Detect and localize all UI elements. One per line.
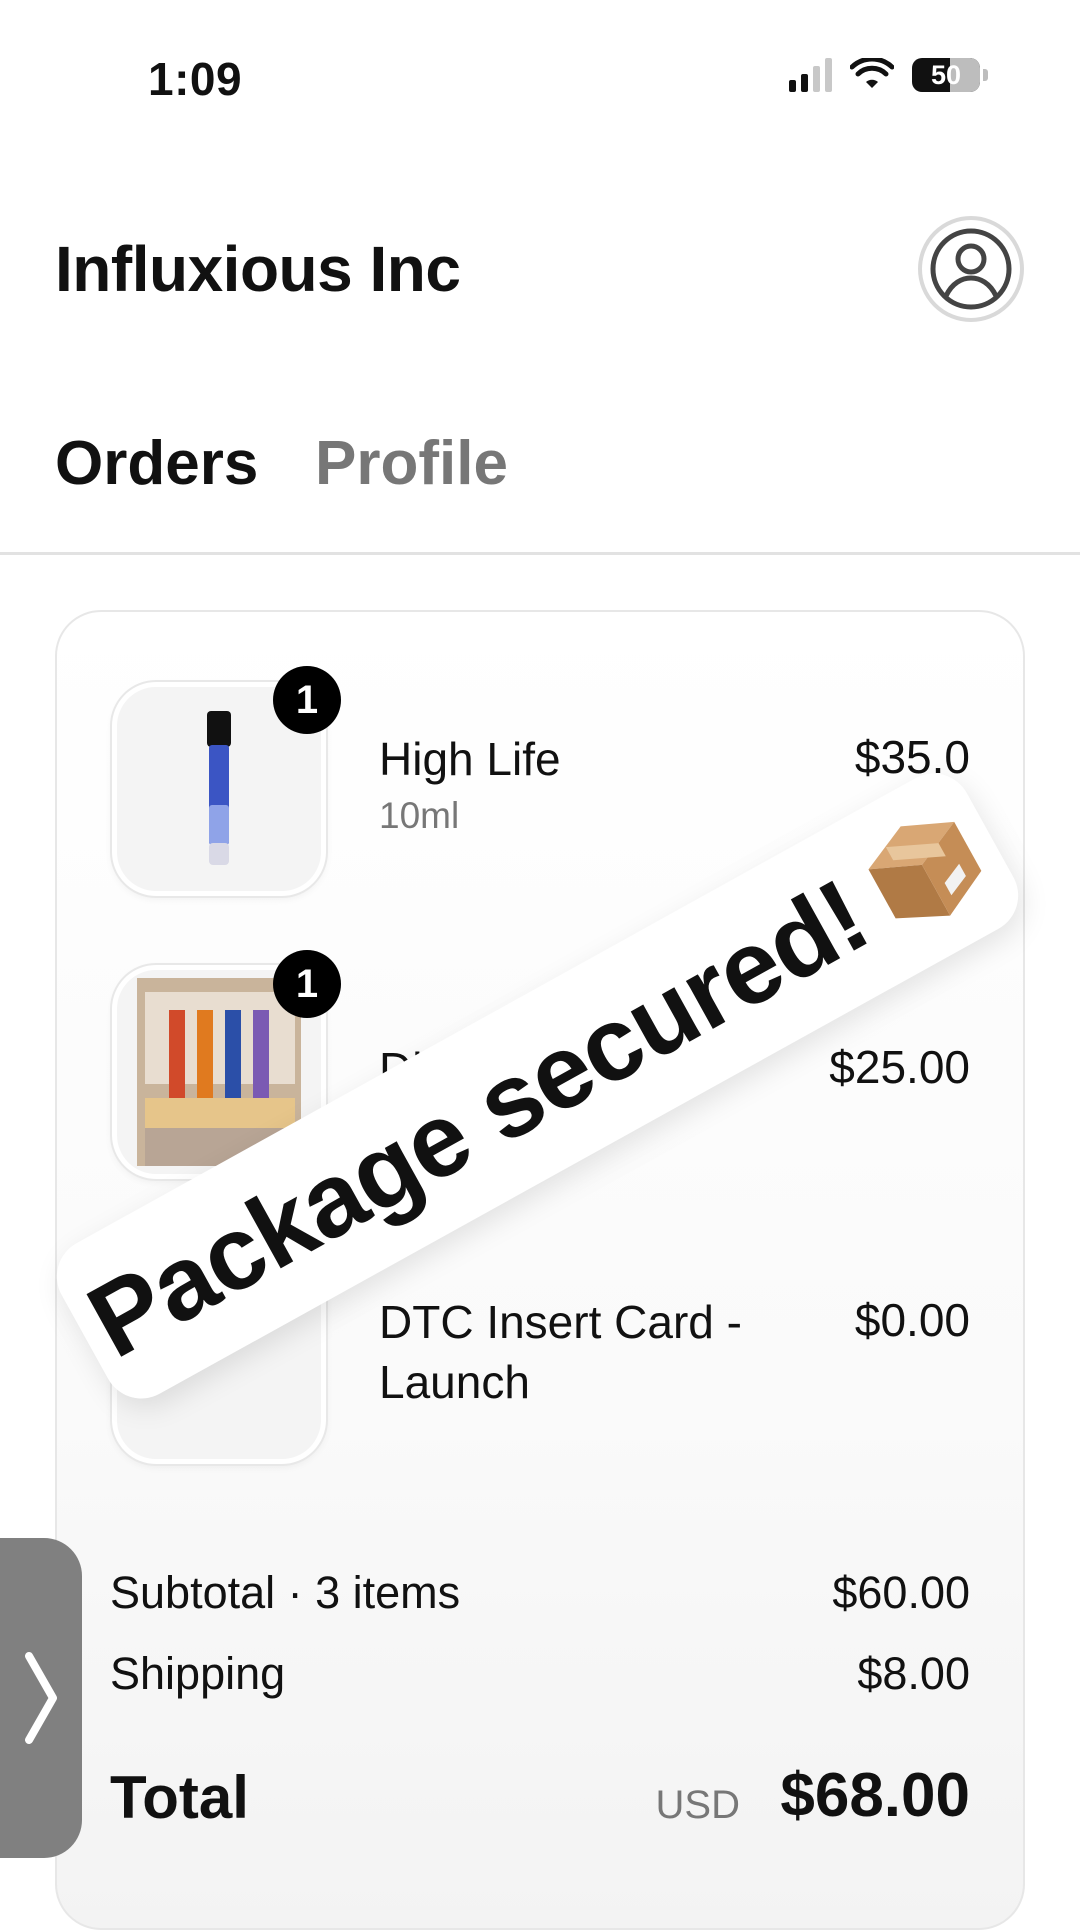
item-price: $0.00 bbox=[854, 1294, 970, 1346]
total-value: $68.00 bbox=[780, 1761, 970, 1830]
tab-orders[interactable]: Orders bbox=[55, 428, 258, 499]
tabs-divider bbox=[0, 552, 1080, 555]
wifi-icon bbox=[850, 58, 894, 88]
item-name-line: Launch bbox=[379, 1355, 530, 1408]
cellular-signal-icon bbox=[789, 58, 832, 92]
subtotal-label: Subtotal · 3 items bbox=[110, 1567, 461, 1618]
item-price: $35.0 bbox=[854, 731, 970, 783]
user-icon bbox=[930, 228, 1012, 310]
total-label: Total bbox=[110, 1764, 249, 1831]
battery-level: 50 bbox=[930, 59, 962, 90]
status-time: 1:09 bbox=[148, 53, 243, 105]
tab-profile[interactable]: Profile bbox=[315, 428, 508, 499]
side-panel-handle[interactable] bbox=[0, 1538, 82, 1858]
chevron-right-icon bbox=[25, 1652, 57, 1744]
item-name: DTC Insert Card - Launch bbox=[379, 1293, 742, 1413]
quantity-badge: 1 bbox=[273, 666, 341, 734]
item-variant: 10ml bbox=[379, 795, 460, 836]
battery-icon: 50 bbox=[912, 58, 988, 92]
quantity-badge: 1 bbox=[273, 950, 341, 1018]
account-button[interactable] bbox=[918, 216, 1024, 322]
shipping-label: Shipping bbox=[110, 1648, 286, 1699]
item-name: High Life bbox=[379, 733, 561, 785]
item-name-line: DTC Insert Card - bbox=[379, 1296, 742, 1348]
company-name: Influxious Inc bbox=[55, 233, 461, 305]
currency-code: USD bbox=[655, 1783, 740, 1827]
shipping-value: $8.00 bbox=[857, 1648, 970, 1699]
status-icons: 50 bbox=[789, 58, 988, 92]
subtotal-value: $60.00 bbox=[832, 1567, 970, 1618]
item-price: $25.00 bbox=[829, 1041, 970, 1093]
